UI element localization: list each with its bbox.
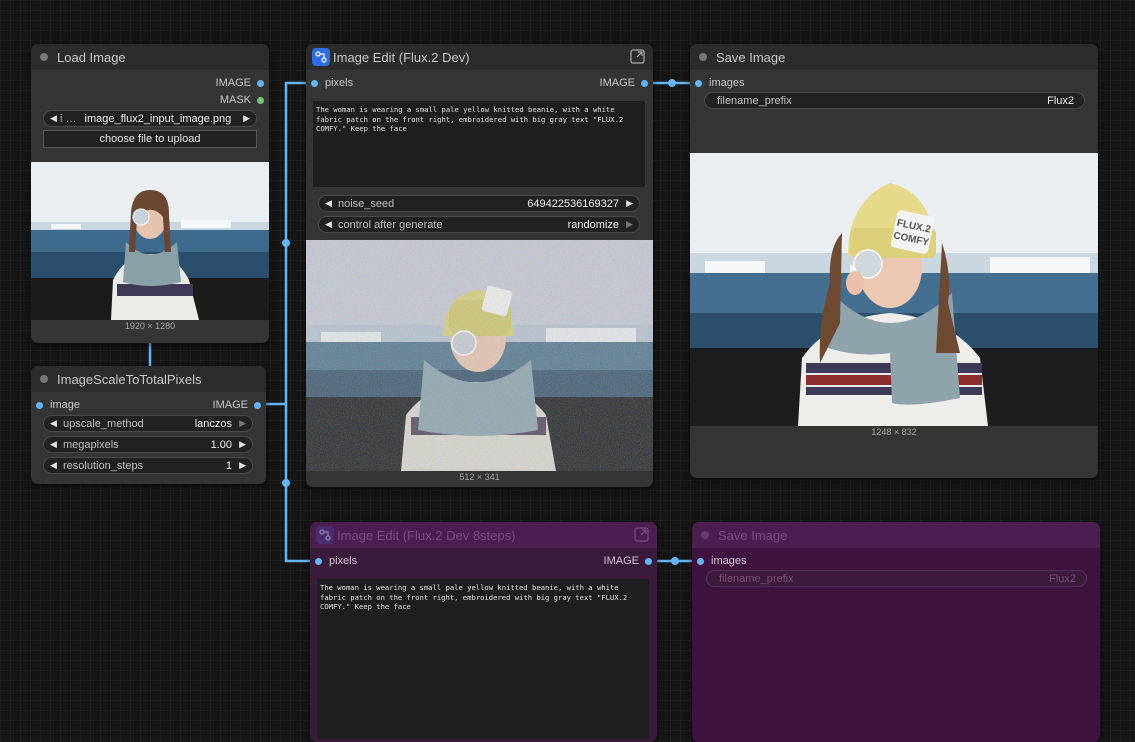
- wire-reroute-dot: [282, 239, 290, 247]
- input-slot-images[interactable]: images: [695, 75, 744, 91]
- output-image-preview: FLUX.2 COMFY: [690, 153, 1098, 426]
- resolution-steps-number[interactable]: ◀ resolution_steps 1 ▶: [43, 457, 253, 474]
- node-header[interactable]: Image Edit (Flux.2 Dev): [306, 44, 653, 70]
- subgraph-icon: [316, 526, 334, 544]
- prompt-textarea[interactable]: The woman is wearing a small pale yellow…: [313, 101, 645, 187]
- arrow-right-icon[interactable]: ▶: [236, 418, 246, 429]
- node-title: Image Edit (Flux.2 Dev 8steps): [337, 527, 516, 543]
- collapse-dot-icon[interactable]: [40, 375, 48, 383]
- prompt-textarea[interactable]: The woman is wearing a small pale yellow…: [317, 579, 649, 739]
- upload-button[interactable]: choose file to upload: [43, 130, 257, 148]
- node-title: Image Edit (Flux.2 Dev): [333, 49, 470, 65]
- output-slot-image[interactable]: IMAGE: [213, 397, 261, 413]
- input-image-preview: [31, 162, 269, 320]
- input-slot-pixels[interactable]: pixels: [311, 75, 353, 91]
- megapixels-number[interactable]: ◀ megapixels 1.00 ▶: [43, 436, 253, 453]
- load-image-node[interactable]: Load Image IMAGE MASK ◀ i … image_flux2_…: [31, 44, 269, 343]
- arrow-right-icon[interactable]: ▶: [623, 198, 633, 209]
- image-dimensions: 1248 × 832: [871, 427, 917, 437]
- slot-dot-icon[interactable]: [257, 79, 264, 87]
- save-image-node[interactable]: Save Image images filename_prefix Flux2: [690, 44, 1098, 478]
- wire-reroute-dot: [668, 79, 676, 87]
- wire-reroute-dot: [671, 557, 679, 565]
- preview-image: [306, 240, 653, 471]
- collapse-dot-icon[interactable]: [40, 53, 48, 61]
- image-dimensions: 1920 × 1280: [124, 321, 176, 331]
- control-after-generate-combo[interactable]: ◀ control after generate randomize ▶: [318, 216, 640, 233]
- image-edit-8steps-node[interactable]: Image Edit (Flux.2 Dev 8steps) pixels IM…: [310, 522, 657, 742]
- node-title: Save Image: [716, 49, 786, 65]
- slot-dot-icon[interactable]: [311, 79, 318, 87]
- upscale-method-combo[interactable]: ◀ upscale_method lanczos ▶: [43, 415, 253, 432]
- filename-prefix-field[interactable]: filename_prefix Flux2: [706, 570, 1087, 587]
- node-header[interactable]: Load Image: [31, 44, 269, 70]
- input-slot-image[interactable]: image: [36, 397, 80, 413]
- node-header[interactable]: Save Image: [690, 44, 1098, 70]
- slot-dot-icon[interactable]: [36, 401, 43, 409]
- node-title: Save Image: [718, 527, 788, 543]
- slot-dot-icon[interactable]: [315, 557, 322, 565]
- slot-dot-icon[interactable]: [641, 79, 648, 87]
- image-scale-node[interactable]: ImageScaleToTotalPixels image IMAGE ◀ up…: [31, 366, 266, 484]
- output-slot-image[interactable]: IMAGE: [604, 553, 652, 569]
- arrow-right-icon[interactable]: ▶: [623, 219, 633, 230]
- collapse-dot-icon[interactable]: [701, 531, 709, 539]
- image-dimensions: 512 × 341: [459, 472, 500, 482]
- arrow-left-icon[interactable]: ◀: [325, 219, 335, 230]
- arrow-left-icon[interactable]: ◀: [50, 439, 60, 450]
- image-file-combo[interactable]: ◀ i … image_flux2_input_image.png ▶: [43, 110, 257, 127]
- node-header[interactable]: Image Edit (Flux.2 Dev 8steps): [310, 522, 657, 548]
- save-image-node-2[interactable]: Save Image images filename_prefix Flux2: [692, 522, 1100, 742]
- arrow-right-icon[interactable]: ▶: [240, 113, 250, 124]
- expand-icon[interactable]: [630, 49, 645, 64]
- image-edit-node[interactable]: Image Edit (Flux.2 Dev) pixels IMAGE The…: [306, 44, 653, 487]
- arrow-left-icon[interactable]: ◀: [50, 460, 60, 471]
- collapse-dot-icon[interactable]: [699, 53, 707, 61]
- slot-dot-icon[interactable]: [695, 79, 702, 87]
- subgraph-icon: [312, 48, 330, 66]
- wire-reroute-dot: [282, 479, 290, 487]
- arrow-left-icon[interactable]: ◀: [50, 113, 60, 124]
- expand-icon[interactable]: [634, 527, 649, 542]
- node-header[interactable]: ImageScaleToTotalPixels: [31, 366, 266, 392]
- output-slot-image[interactable]: IMAGE: [600, 75, 648, 91]
- arrow-right-icon[interactable]: ▶: [236, 439, 246, 450]
- node-title: ImageScaleToTotalPixels: [57, 371, 202, 387]
- node-title: Load Image: [57, 49, 126, 65]
- slot-dot-icon[interactable]: [257, 96, 264, 104]
- input-slot-images[interactable]: images: [697, 553, 746, 569]
- slot-dot-icon[interactable]: [697, 557, 704, 565]
- slot-dot-icon[interactable]: [254, 401, 261, 409]
- output-slot-mask[interactable]: MASK: [220, 92, 264, 108]
- arrow-left-icon[interactable]: ◀: [325, 198, 335, 209]
- output-slot-image[interactable]: IMAGE: [216, 75, 264, 91]
- noise-seed-number[interactable]: ◀ noise_seed 649422536169327 ▶: [318, 195, 640, 212]
- arrow-right-icon[interactable]: ▶: [236, 460, 246, 471]
- node-header[interactable]: Save Image: [692, 522, 1100, 548]
- slot-dot-icon[interactable]: [645, 557, 652, 565]
- filename-prefix-field[interactable]: filename_prefix Flux2: [704, 92, 1085, 109]
- input-slot-pixels[interactable]: pixels: [315, 553, 357, 569]
- arrow-left-icon[interactable]: ◀: [50, 418, 60, 429]
